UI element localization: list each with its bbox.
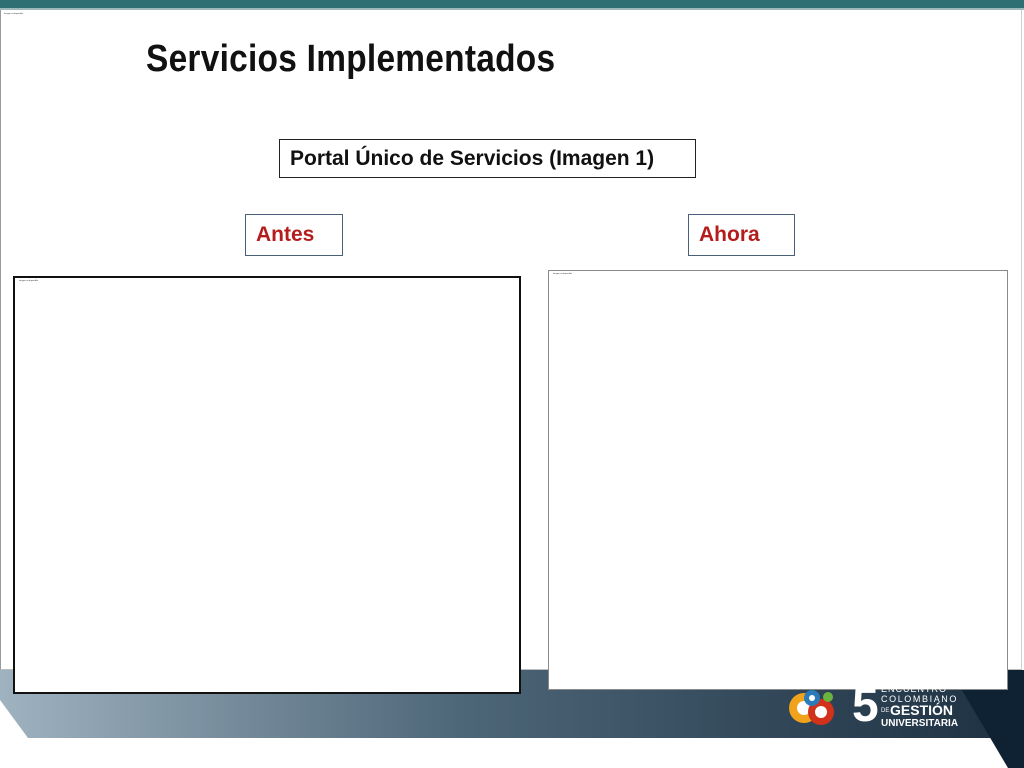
gears-icon bbox=[789, 690, 834, 725]
page-title: Servicios Implementados bbox=[146, 38, 556, 80]
after-screenshot-placeholder: Imagen no disponible bbox=[548, 270, 1008, 690]
event-logo: 5 ENCUENTRO COLOMBIANO DE GESTIÓN UNIVER… bbox=[784, 680, 959, 732]
logo-line3-prefix: DE bbox=[881, 708, 890, 714]
logo-line3: GESTIÓN bbox=[890, 702, 954, 718]
before-label-box: Antes bbox=[245, 214, 343, 256]
after-label-box: Ahora bbox=[688, 214, 795, 256]
top-accent-bar bbox=[0, 0, 1024, 8]
portal-subtitle-box: Portal Único de Servicios (Imagen 1) bbox=[279, 139, 696, 178]
portal-subtitle-text: Portal Único de Servicios (Imagen 1) bbox=[290, 146, 655, 170]
logo-number: 5 bbox=[852, 679, 879, 732]
before-screenshot-placeholder: Imagen no disponible bbox=[13, 276, 521, 694]
logo-line1: ENCUENTRO bbox=[881, 684, 948, 694]
corner-image-caption: Imagen no disponible bbox=[4, 13, 24, 15]
before-label: Antes bbox=[256, 223, 315, 246]
after-label: Ahora bbox=[699, 223, 760, 246]
before-image-caption: Imagen no disponible bbox=[19, 280, 39, 282]
logo-line4: UNIVERSITARIA bbox=[881, 718, 959, 729]
after-image-caption: Imagen no disponible bbox=[553, 273, 573, 275]
